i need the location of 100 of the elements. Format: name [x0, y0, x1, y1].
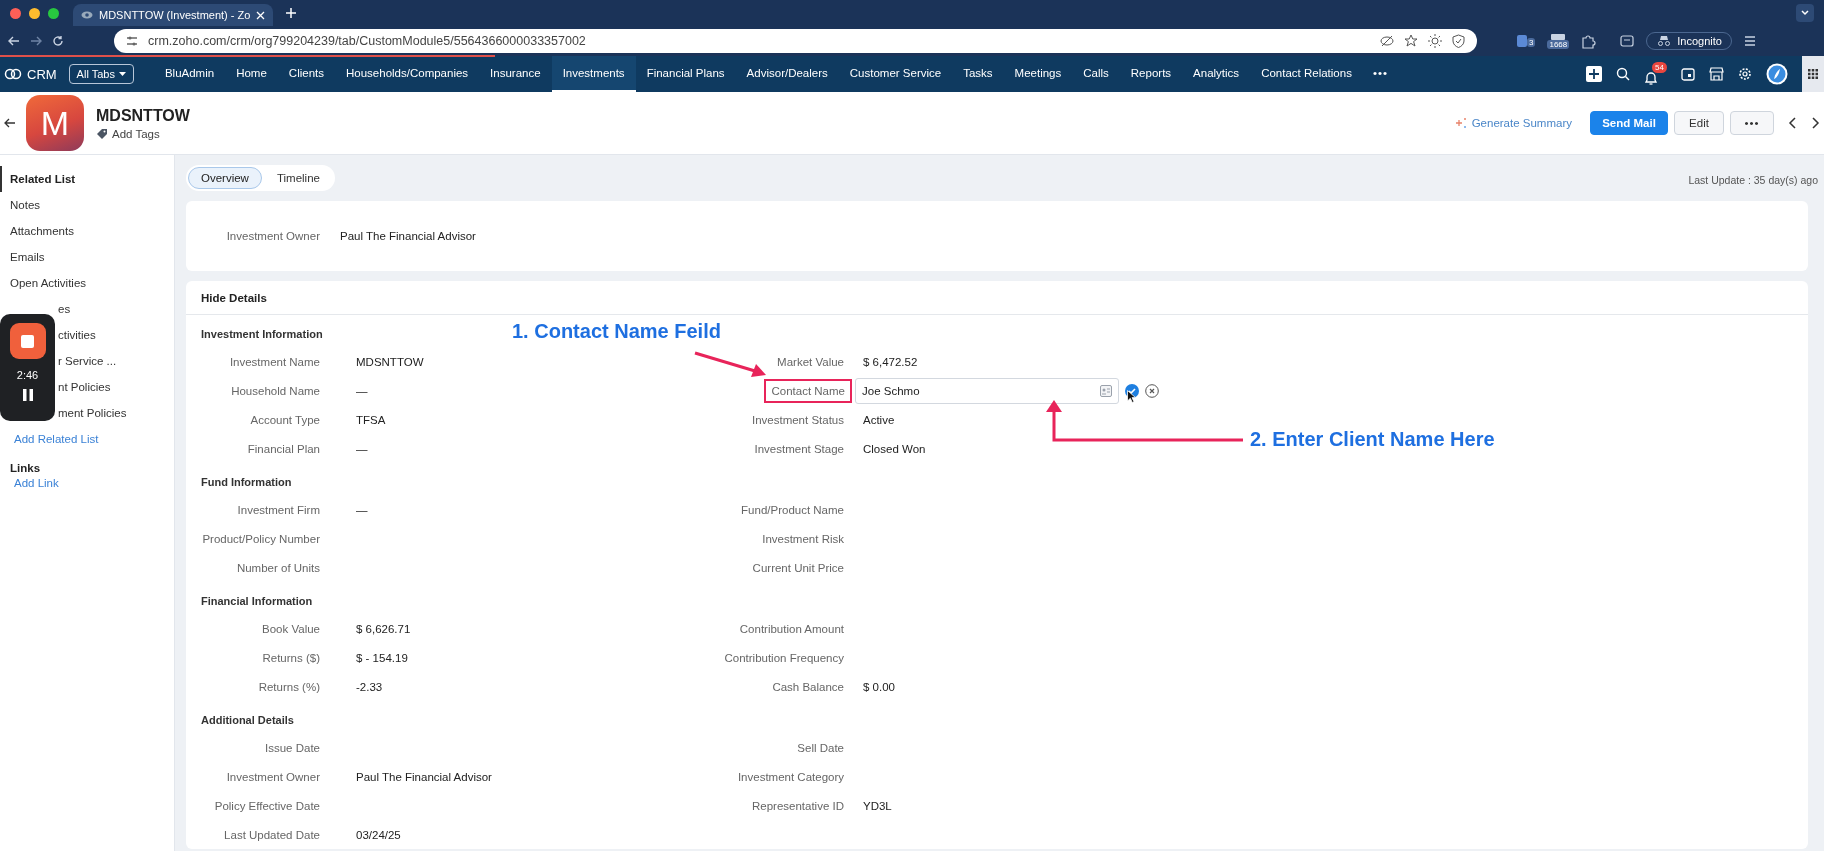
- nav-tab[interactable]: Financial Plans: [635, 56, 736, 92]
- app-name: CRM: [27, 66, 57, 82]
- nav-tab[interactable]: Clients: [277, 56, 335, 92]
- shield-icon[interactable]: [1452, 34, 1465, 48]
- sidebar-item[interactable]: r Service ...: [58, 355, 117, 367]
- nav-tab[interactable]: Customer Service: [838, 56, 953, 92]
- more-actions-button[interactable]: •••: [1730, 111, 1774, 135]
- record-avatar: M: [26, 95, 84, 151]
- add-link-link[interactable]: Add Link: [0, 476, 174, 490]
- nav-tab[interactable]: Home: [225, 56, 278, 92]
- field-label: Investment Category: [737, 770, 844, 783]
- next-icon[interactable]: [1812, 117, 1820, 129]
- field-label: Sell Date: [797, 741, 844, 754]
- field-label: Returns (%): [258, 680, 320, 693]
- store-icon[interactable]: [1709, 67, 1724, 81]
- previous-icon[interactable]: [1788, 117, 1796, 129]
- contact-card-icon[interactable]: [1100, 384, 1112, 397]
- input-field[interactable]: Joe Schmo: [855, 377, 1119, 404]
- nav-tab[interactable]: BluAdmin: [153, 56, 226, 92]
- add-icon[interactable]: [1586, 66, 1602, 82]
- back-icon[interactable]: [4, 118, 16, 128]
- tab-search-icon[interactable]: [1620, 34, 1635, 48]
- field-label: Contribution Amount: [739, 622, 844, 635]
- nav-tab[interactable]: Tasks: [952, 56, 1004, 92]
- field-label: Account Type: [250, 413, 320, 426]
- more-tabs-button[interactable]: •••: [1362, 56, 1398, 92]
- menu-icon[interactable]: [1743, 35, 1756, 47]
- sidebar-item[interactable]: Attachments: [10, 225, 74, 237]
- puzzle-icon[interactable]: [1581, 33, 1597, 49]
- section-title: Additional Details: [201, 714, 294, 726]
- view-tab[interactable]: Timeline: [263, 167, 333, 189]
- generate-summary-link[interactable]: Generate Summary: [1471, 117, 1572, 129]
- sidebar-item[interactable]: Notes: [10, 199, 41, 211]
- field-value: $ 6,472.52: [863, 355, 918, 368]
- hide-details-toggle[interactable]: Hide Details: [201, 291, 267, 304]
- nav-tab[interactable]: Households/Companies: [335, 56, 480, 92]
- stop-recording-button[interactable]: [9, 323, 46, 359]
- view-tab[interactable]: Overview: [188, 167, 262, 189]
- new-tab-icon[interactable]: [285, 7, 298, 19]
- tag-icon[interactable]: [96, 127, 108, 140]
- record-title: MDSNTTOW: [96, 106, 190, 125]
- stop-icon: [21, 334, 34, 348]
- sparkle-icon: [1454, 117, 1467, 129]
- search-icon[interactable]: [1616, 67, 1630, 81]
- nav-tab[interactable]: Advisor/Dealers: [735, 56, 839, 92]
- nav-tab[interactable]: Investments: [551, 56, 636, 92]
- field-label: Investment Owner: [225, 230, 320, 242]
- field-value: MDSNTTOW: [356, 355, 424, 368]
- eye-off-icon[interactable]: [1380, 35, 1394, 47]
- sidebar-item[interactable]: Open Activities: [10, 277, 87, 289]
- add-related-list-link[interactable]: Add Related List: [0, 426, 174, 452]
- sidebar-item[interactable]: Emails: [10, 251, 45, 263]
- minimize-window-icon[interactable]: [29, 7, 40, 19]
- cancel-icon[interactable]: [1145, 383, 1159, 398]
- forward-icon[interactable]: [30, 36, 42, 46]
- nav-tab[interactable]: Reports: [1119, 56, 1183, 92]
- nav-tab[interactable]: Insurance: [479, 56, 552, 92]
- annotation-text: 1. Contact Name Feild: [512, 320, 721, 343]
- sun-icon[interactable]: [1428, 34, 1442, 48]
- apps-grid-icon[interactable]: [1808, 69, 1818, 79]
- recording-timer: 2:46: [16, 369, 39, 381]
- field-label: Product/Policy Number: [202, 532, 320, 545]
- field-value: Paul The Financial Advisor: [356, 770, 492, 783]
- maximize-window-icon[interactable]: [48, 7, 59, 19]
- field-label: Market Value: [777, 355, 844, 368]
- address-bar[interactable]: crm.zoho.com/crm/org799204239/tab/CustomModule5/5564366000033357002: [114, 29, 1477, 53]
- field-value: $ 6,626.71: [356, 622, 411, 635]
- tune-icon[interactable]: [126, 36, 138, 46]
- nav-tab[interactable]: Calls: [1072, 56, 1120, 92]
- profile-avatar[interactable]: [1766, 63, 1788, 85]
- pause-icon[interactable]: [22, 389, 33, 401]
- reload-icon[interactable]: [52, 35, 64, 47]
- settings-icon[interactable]: [1738, 67, 1752, 81]
- nav-tab[interactable]: Analytics: [1182, 56, 1251, 92]
- calendar-icon[interactable]: [1681, 67, 1695, 81]
- chevron-down-icon[interactable]: [1796, 4, 1814, 22]
- sidebar-item[interactable]: ment Policies: [58, 407, 127, 419]
- star-icon[interactable]: [1404, 34, 1418, 48]
- nav-tab[interactable]: Contact Relations: [1250, 56, 1363, 92]
- close-icon[interactable]: [256, 10, 266, 20]
- all-tabs-button[interactable]: All Tabs: [68, 64, 134, 84]
- last-update-text: Last Update : 35 day(s) ago: [1688, 174, 1818, 186]
- field-label: Number of Units: [236, 561, 320, 574]
- field-label: Current Unit Price: [752, 561, 844, 574]
- close-window-icon[interactable]: [10, 7, 21, 19]
- field-label: Returns ($): [262, 651, 320, 664]
- edit-button[interactable]: Edit: [1674, 111, 1724, 135]
- sidebar-item[interactable]: es: [58, 303, 71, 315]
- field-value: -2.33: [356, 680, 383, 693]
- field-value: 03/24/25: [356, 828, 401, 841]
- add-tags-link[interactable]: Add Tags: [112, 127, 160, 140]
- sidebar-item[interactable]: nt Policies: [58, 381, 111, 393]
- browser-tab[interactable]: MDSNTTOW (Investment) - Zo: [73, 4, 274, 26]
- notification-count: 54: [1652, 62, 1667, 73]
- notifications-button[interactable]: 54: [1644, 62, 1667, 86]
- field-label: Investment Firm: [237, 503, 320, 516]
- nav-tab[interactable]: Meetings: [1003, 56, 1073, 92]
- send-mail-button[interactable]: Send Mail: [1590, 111, 1668, 135]
- field-label: Book Value: [262, 622, 320, 635]
- sidebar-item[interactable]: ctivities: [58, 329, 96, 341]
